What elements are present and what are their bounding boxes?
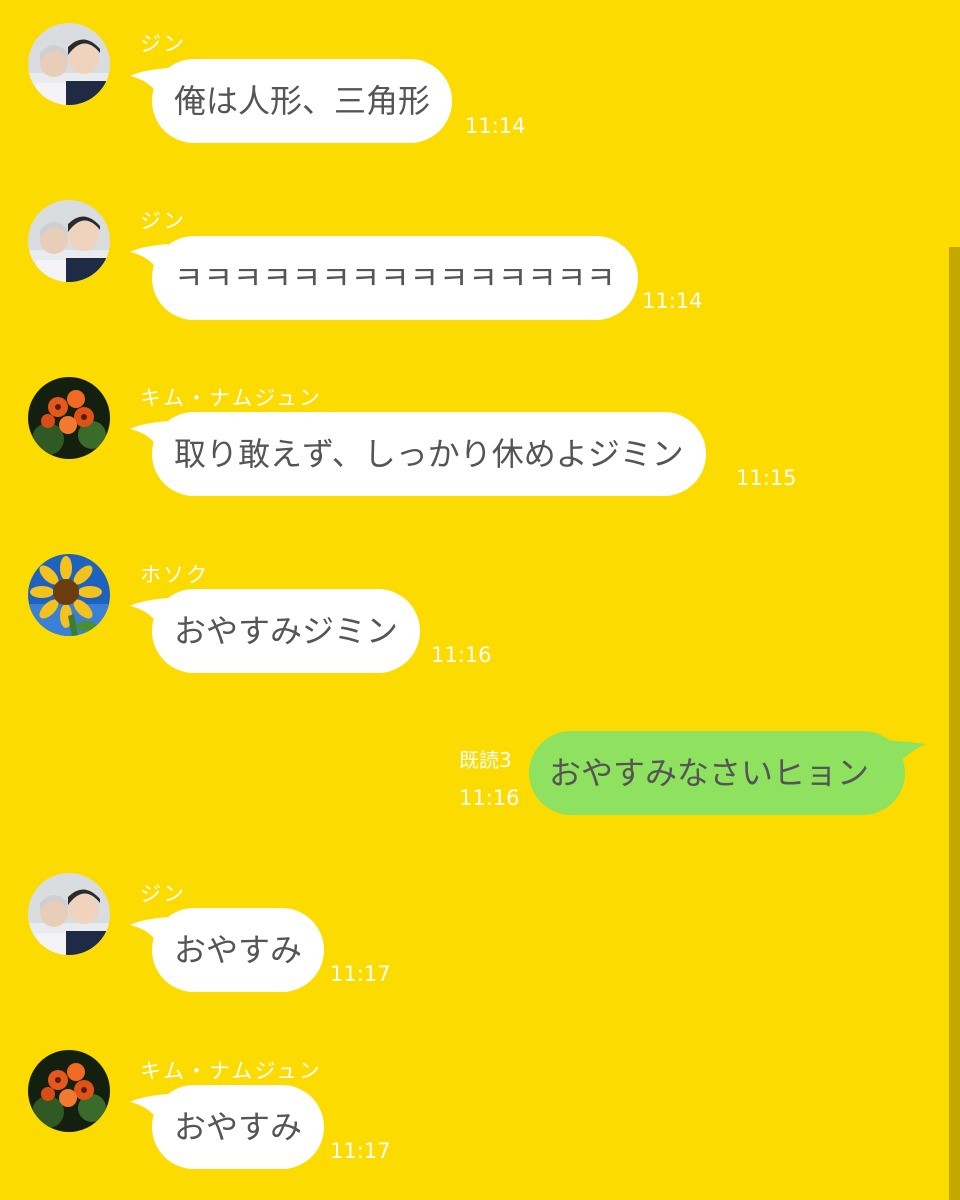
sender-name: ジン	[140, 209, 186, 233]
message-bubble[interactable]: おやすみ	[152, 908, 325, 992]
message-bubble[interactable]: おやすみジミン	[152, 589, 421, 673]
message-bubble[interactable]: 俺は人形、三角形	[152, 59, 453, 143]
sender-name: ジン	[140, 882, 186, 906]
sender-name: キム・ナムジュン	[140, 1059, 322, 1083]
jin-avatar[interactable]	[28, 200, 110, 282]
sender-name: ホソク	[140, 563, 209, 587]
message-time: 11:14	[642, 289, 703, 313]
jin-avatar[interactable]	[28, 23, 110, 105]
message-time: 11:16	[459, 786, 520, 810]
message-time: 11:16	[431, 643, 492, 667]
read-receipt: 既読3	[459, 748, 512, 772]
sender-name: キム・ナムジュン	[140, 386, 322, 410]
sender-name: ジン	[140, 32, 186, 56]
message-bubble[interactable]: ㅋㅋㅋㅋㅋㅋㅋㅋㅋㅋㅋㅋㅋㅋㅋ	[152, 236, 638, 320]
message-time: 11:17	[330, 962, 391, 986]
lily-avatar[interactable]	[28, 377, 110, 459]
my-message-bubble[interactable]: おやすみなさいヒョン	[529, 731, 905, 815]
message-bubble[interactable]: 取り敢えず、しっかり休めよジミン	[152, 412, 706, 496]
message-bubble[interactable]: おやすみ	[152, 1085, 325, 1169]
message-time: 11:14	[465, 114, 526, 138]
message-time: 11:15	[736, 466, 797, 490]
lily-avatar[interactable]	[28, 1050, 110, 1132]
sunflower-avatar[interactable]	[28, 554, 110, 636]
message-time: 11:17	[330, 1139, 391, 1163]
scrollbar[interactable]	[949, 247, 960, 1200]
jin-avatar[interactable]	[28, 873, 110, 955]
